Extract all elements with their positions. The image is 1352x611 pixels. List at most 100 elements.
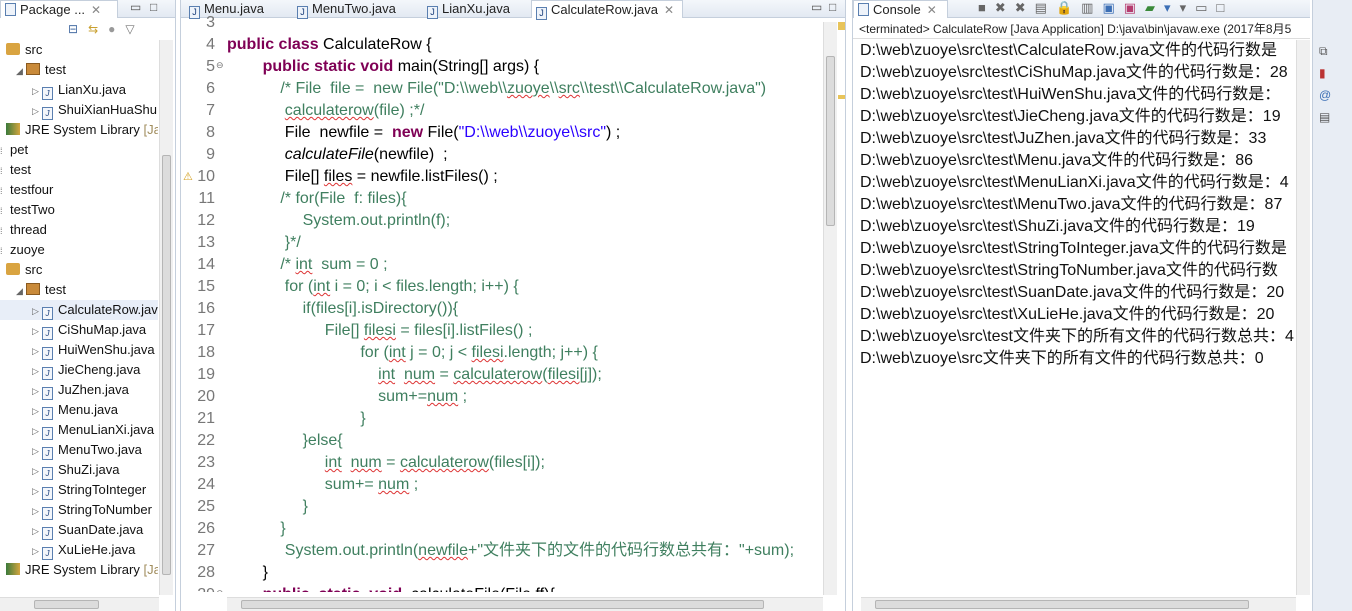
explorer-vertical-scrollbar[interactable]: [159, 40, 173, 595]
console-output[interactable]: D:\web\zuoye\src\test\CalculateRow.java文…: [860, 40, 1300, 370]
warning-icon[interactable]: ⚠: [183, 166, 193, 188]
scrollbar-thumb[interactable]: [826, 56, 835, 226]
expand-toggle-icon[interactable]: ▷: [32, 521, 42, 540]
overview-marker[interactable]: [838, 95, 845, 99]
show-stderr-icon[interactable]: ▣: [1124, 0, 1145, 15]
pin-console-icon[interactable]: ▰: [1145, 0, 1164, 15]
tree-item[interactable]: ◢ test: [0, 60, 158, 80]
tree-item[interactable]: ⁞ pet: [0, 140, 158, 160]
expand-toggle-icon[interactable]: ▷: [32, 481, 42, 500]
expand-toggle-icon[interactable]: ▷: [32, 81, 42, 100]
close-icon[interactable]: ✕: [927, 3, 937, 17]
tree-item[interactable]: ▷ J CalculateRow.java: [0, 300, 158, 320]
tab-console[interactable]: Console ✕: [853, 0, 948, 18]
filters-icon[interactable]: ●: [108, 22, 125, 36]
editor-horizontal-scrollbar[interactable]: [227, 597, 823, 611]
tree-item[interactable]: ▷ J SuanDate.java: [0, 520, 158, 540]
console-toolbar: ■✖✖▤🔒▥▣▣▰▾▾▭□: [978, 0, 1233, 16]
expand-toggle-icon[interactable]: ▷: [32, 361, 42, 380]
scrollbar-thumb[interactable]: [241, 600, 764, 609]
scroll-lock-icon[interactable]: 🔒: [1056, 0, 1081, 15]
word-wrap-icon[interactable]: ▥: [1081, 0, 1102, 15]
tree-item[interactable]: ▷ J HuiWenShu.java: [0, 340, 158, 360]
minimize-icon[interactable]: ▭: [1195, 0, 1216, 15]
maximize-icon[interactable]: □: [829, 0, 836, 14]
line-number: 14: [197, 256, 215, 273]
editor-vertical-scrollbar[interactable]: [823, 22, 837, 595]
maximize-icon[interactable]: □: [150, 0, 157, 14]
outline-icon[interactable]: ▮: [1319, 62, 1331, 84]
link-editor-icon[interactable]: ⇆: [88, 22, 108, 36]
fold-icon[interactable]: ⊖: [216, 582, 224, 592]
console-line: D:\web\zuoye\src\test\ShuZi.java文件的代码行数是…: [860, 218, 1255, 235]
tree-item[interactable]: ▷ J JuZhen.java: [0, 380, 158, 400]
tree-item[interactable]: ▷ J MenuTwo.java: [0, 440, 158, 460]
remove-launch-icon[interactable]: ✖: [995, 0, 1015, 15]
expand-toggle-icon[interactable]: ▷: [32, 381, 42, 400]
minimize-icon[interactable]: ▭: [130, 0, 141, 14]
console-vertical-scrollbar[interactable]: [1296, 40, 1310, 595]
tree-item[interactable]: ▷ J XuLieHe.java: [0, 540, 158, 560]
tree-item[interactable]: ▷ J StringToInteger: [0, 480, 158, 500]
terminate-icon[interactable]: ■: [978, 0, 995, 15]
view-menu-icon[interactable]: ▽: [125, 22, 144, 36]
expand-toggle-icon[interactable]: ▷: [32, 541, 42, 560]
expand-toggle-icon[interactable]: ▷: [32, 301, 42, 320]
expand-toggle-icon[interactable]: ▷: [32, 401, 42, 420]
collapse-all-icon[interactable]: ⊟: [68, 22, 88, 36]
tree-item[interactable]: ▷ J JieCheng.java: [0, 360, 158, 380]
expand-toggle-icon[interactable]: ▷: [32, 461, 42, 480]
expand-toggle-icon[interactable]: ▷: [32, 341, 42, 360]
tab-package-explorer[interactable]: Package ... ✕: [0, 0, 118, 18]
explorer-horizontal-scrollbar[interactable]: [0, 597, 159, 611]
javadoc-icon[interactable]: @: [1319, 84, 1331, 106]
scrollbar-thumb[interactable]: [34, 600, 99, 609]
show-stdout-icon[interactable]: ▣: [1102, 0, 1123, 15]
expand-toggle-icon[interactable]: ◢: [16, 281, 26, 300]
tree-item[interactable]: src: [0, 260, 158, 280]
maximize-icon[interactable]: □: [1216, 0, 1233, 15]
tree-item[interactable]: ▷ J ShuZi.java: [0, 460, 158, 480]
tree-item[interactable]: ▷ J CiShuMap.java: [0, 320, 158, 340]
code-token: sum+=: [227, 476, 379, 493]
tree-item[interactable]: JRE System Library [Ja: [0, 120, 158, 140]
tree-item[interactable]: ▷ J ShuiXianHuaShu: [0, 100, 158, 120]
scrollbar-thumb[interactable]: [162, 155, 171, 575]
code-line: 27 System.out.println(newfile+"文件夹下的文件的代…: [181, 540, 821, 562]
expand-toggle-icon[interactable]: ▷: [32, 501, 42, 520]
remove-all-icon[interactable]: ✖: [1015, 0, 1035, 15]
console-horizontal-scrollbar[interactable]: [861, 597, 1296, 611]
tree-item[interactable]: JRE System Library [Ja: [0, 560, 158, 580]
display-console-icon[interactable]: ▾: [1164, 0, 1180, 15]
open-console-icon[interactable]: ▾: [1180, 0, 1196, 15]
tree-item[interactable]: ▷ J LianXu.java: [0, 80, 158, 100]
line-number: 11: [198, 190, 215, 207]
overview-marker[interactable]: [838, 22, 845, 30]
console-tabbar: Console ✕ ■✖✖▤🔒▥▣▣▰▾▾▭□: [853, 0, 1310, 18]
restore-icon[interactable]: ⧉: [1319, 40, 1331, 62]
expand-toggle-icon[interactable]: ▷: [32, 321, 42, 340]
tree-item[interactable]: ⁞ thread: [0, 220, 158, 240]
tree-item[interactable]: ⁞ testfour: [0, 180, 158, 200]
scrollbar-thumb[interactable]: [875, 600, 1249, 609]
expand-toggle-icon[interactable]: ▷: [32, 421, 42, 440]
tree-item[interactable]: ◢ test: [0, 280, 158, 300]
tree-item[interactable]: ⁞ zuoye: [0, 240, 158, 260]
code-line: 6 /* File file = new File("D:\\web\\zuoy…: [181, 78, 821, 100]
declaration-icon[interactable]: ▤: [1319, 106, 1331, 128]
tree-item[interactable]: ▷ J StringToNumber: [0, 500, 158, 520]
expand-toggle-icon[interactable]: ▷: [32, 101, 42, 120]
close-icon[interactable]: ✕: [91, 3, 101, 17]
console-line: D:\web\zuoye\src\test\XuLieHe.java文件的代码行…: [860, 306, 1275, 323]
tree-item[interactable]: ▷ J MenuLianXi.java: [0, 420, 158, 440]
code-area[interactable]: 3 4 public class CalculateRow {5 public st…: [181, 12, 821, 592]
expand-toggle-icon[interactable]: ▷: [32, 441, 42, 460]
tree-item[interactable]: ⁞ test: [0, 160, 158, 180]
expand-toggle-icon[interactable]: ◢: [16, 61, 26, 80]
code-line: 10 File[] files = newfile.listFiles() ; ⚠: [181, 166, 821, 188]
tree-item[interactable]: ⁞ testTwo: [0, 200, 158, 220]
tree-item[interactable]: src: [0, 40, 158, 60]
clear-console-icon[interactable]: ▤: [1035, 0, 1056, 15]
tree-item[interactable]: ▷ J Menu.java: [0, 400, 158, 420]
fold-icon[interactable]: ⊖: [216, 54, 224, 76]
